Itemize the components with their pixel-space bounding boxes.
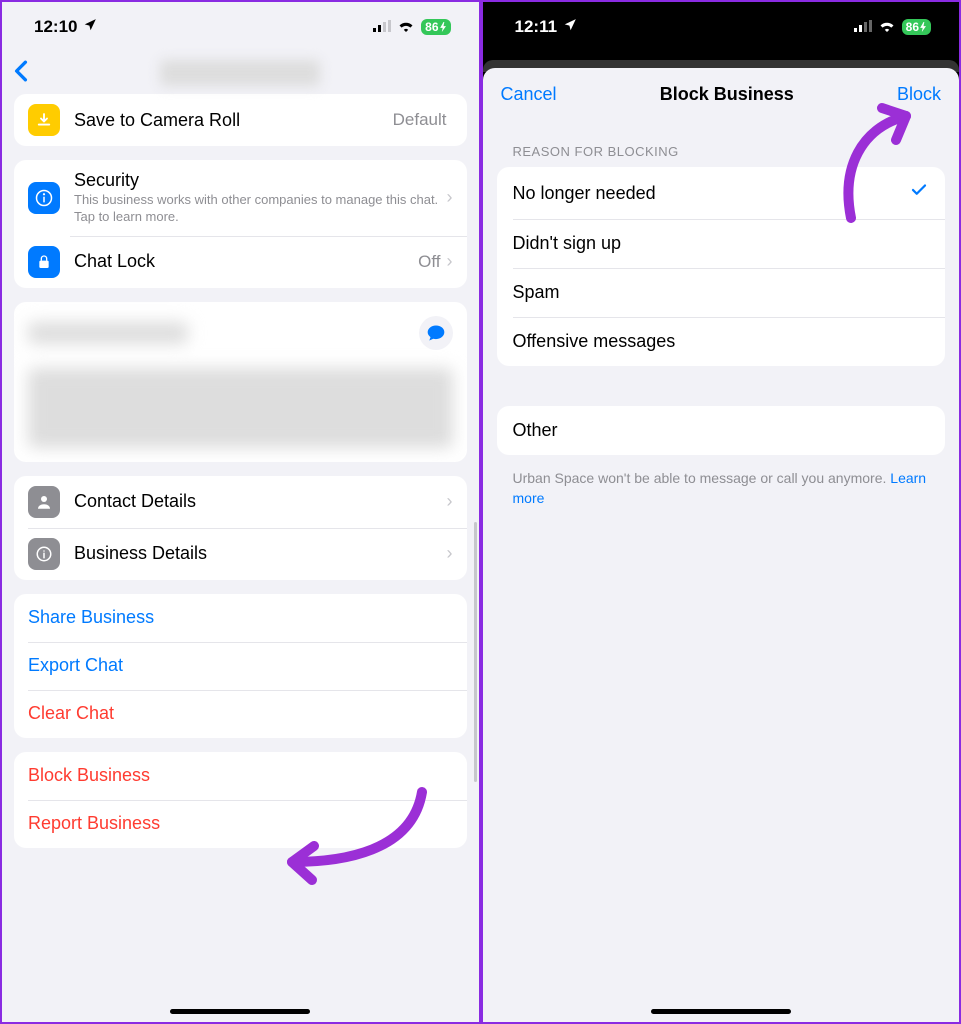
row-contact-details[interactable]: Contact Details › [14,476,467,528]
row-block-business[interactable]: Block Business [14,752,467,800]
row-report-business[interactable]: Report Business [14,800,467,848]
nav-bar [2,52,479,94]
row-clear-chat[interactable]: Clear Chat [14,690,467,738]
chat-button[interactable] [419,316,453,350]
sheet-header: Cancel Block Business Block [483,68,960,120]
row-label: Chat Lock [74,251,418,272]
right-phone: 12:11 86 Cancel Block Business Block REA… [483,2,960,1022]
reason-label: Other [513,420,558,441]
row-label: Business Details [74,543,447,564]
status-time: 12:11 [515,17,558,37]
row-label: Save to Camera Roll [74,110,393,131]
checkmark-icon [909,181,929,205]
person-icon [28,486,60,518]
chevron-right-icon: › [447,543,453,564]
battery-icon: 86 [421,19,450,35]
status-time: 12:10 [34,17,77,37]
chevron-right-icon: › [447,251,453,272]
row-subtitle: This business works with other companies… [74,192,447,226]
reason-no-longer-needed[interactable]: No longer needed [497,167,946,219]
chevron-right-icon: › [447,491,453,512]
wifi-icon [878,17,896,37]
row-share-business[interactable]: Share Business [14,594,467,642]
location-icon [563,17,577,37]
home-indicator[interactable] [170,1009,310,1014]
status-bar: 12:11 86 [483,2,960,52]
block-button[interactable]: Block [897,84,941,105]
row-label: Contact Details [74,491,447,512]
row-value: Off [418,252,440,272]
row-security[interactable]: Security This business works with other … [14,160,467,236]
row-save-camera-roll[interactable]: Save to Camera Roll Default [14,94,467,146]
row-label: Security [74,170,447,191]
download-icon [28,104,60,136]
settings-content: Save to Camera Roll Default Security Thi… [2,94,479,1022]
reason-label: Offensive messages [513,331,676,352]
row-label: Report Business [28,813,453,834]
left-phone: 12:10 86 Save to Camera [2,2,479,1022]
cellular-icon [854,17,872,37]
location-icon [83,17,97,37]
lock-icon [28,246,60,278]
row-label: Clear Chat [28,703,453,724]
scroll-indicator[interactable] [474,522,477,782]
block-sheet: Cancel Block Business Block REASON FOR B… [483,68,960,1022]
reason-spam[interactable]: Spam [497,268,946,317]
row-label: Share Business [28,607,453,628]
status-bar: 12:10 86 [2,2,479,52]
row-value: Default [393,110,447,130]
reason-label: Didn't sign up [513,233,622,254]
chevron-right-icon: › [447,187,453,208]
blurred-contact-name [28,322,188,344]
footer-text: Urban Space won't be able to message or … [483,455,960,522]
blurred-contact-info [28,368,453,448]
row-label: Export Chat [28,655,453,676]
sheet-title: Block Business [660,84,794,105]
reason-other[interactable]: Other [497,406,946,455]
home-indicator[interactable] [651,1009,791,1014]
reason-label: No longer needed [513,183,656,204]
reason-offensive[interactable]: Offensive messages [497,317,946,366]
section-header: REASON FOR BLOCKING [483,120,960,167]
row-export-chat[interactable]: Export Chat [14,642,467,690]
reason-list: No longer needed Didn't sign up Spam Off… [497,167,946,366]
reason-other-list: Other [497,406,946,455]
battery-icon: 86 [902,19,931,35]
cellular-icon [373,17,391,37]
row-business-details[interactable]: Business Details › [14,528,467,580]
wifi-icon [397,17,415,37]
row-chat-lock[interactable]: Chat Lock Off › [14,236,467,288]
info-icon [28,182,60,214]
info-circle-icon [28,538,60,570]
cancel-button[interactable]: Cancel [501,84,557,105]
row-label: Block Business [28,765,453,786]
reason-didnt-sign-up[interactable]: Didn't sign up [497,219,946,268]
page-title-blurred [160,60,320,86]
back-button[interactable] [14,57,28,89]
reason-label: Spam [513,282,560,303]
